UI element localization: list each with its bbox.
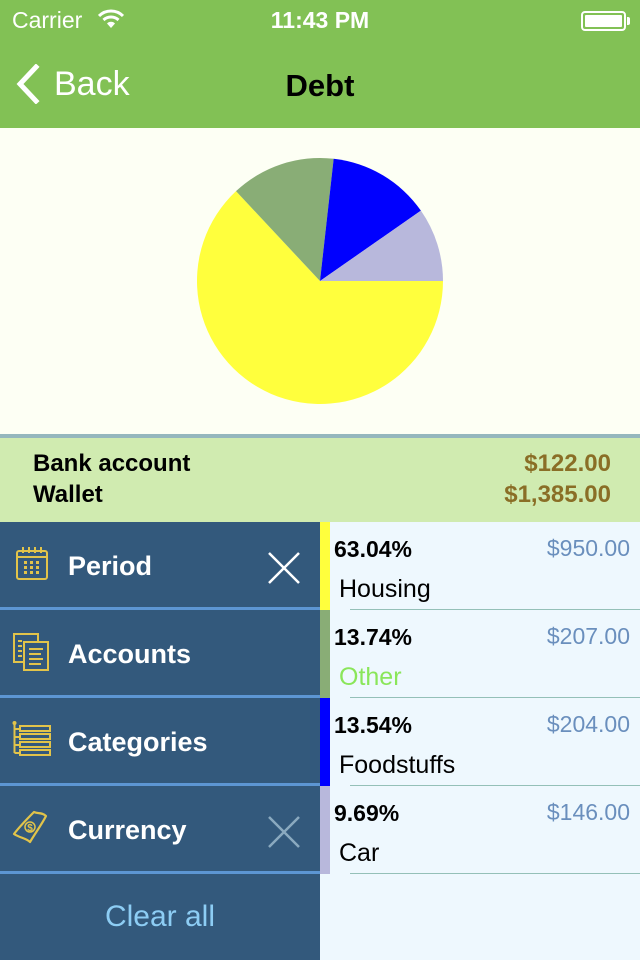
category-name: Other xyxy=(339,663,402,691)
category-percent: 9.69% xyxy=(334,800,400,826)
svg-text:$: $ xyxy=(27,823,33,834)
account-amount: $1,385.00 xyxy=(504,481,611,508)
category-amount: $146.00 xyxy=(546,799,630,825)
category-percent: 13.74% xyxy=(334,624,413,650)
color-swatch xyxy=(320,610,330,698)
close-icon[interactable] xyxy=(267,551,301,585)
status-bar: Carrier 11:43 PM xyxy=(0,0,640,40)
filter-currency[interactable]: $ Currency xyxy=(0,786,320,874)
pie-chart xyxy=(196,158,443,404)
filter-period[interactable]: Period xyxy=(0,522,320,610)
close-icon-disabled[interactable] xyxy=(267,815,301,849)
list-item[interactable]: 13.74% $207.00 Other xyxy=(320,610,640,698)
filter-label: Categories xyxy=(68,727,208,757)
account-name: Bank account xyxy=(33,450,191,477)
category-name: Foodstuffs xyxy=(339,751,456,779)
account-name: Wallet xyxy=(33,481,103,508)
filter-label: Accounts xyxy=(68,639,192,669)
filter-categories[interactable]: Categories xyxy=(0,698,320,786)
account-row: Wallet $1,385.00 xyxy=(33,481,611,511)
category-percent: 13.54% xyxy=(334,712,413,738)
battery-tip xyxy=(627,17,630,25)
category-name: Housing xyxy=(339,575,431,603)
color-swatch xyxy=(320,522,330,610)
divider xyxy=(350,873,640,874)
banknote-icon: $ xyxy=(12,810,48,844)
documents-icon xyxy=(13,633,49,671)
color-swatch xyxy=(320,786,330,874)
category-percent: 63.04% xyxy=(334,536,413,562)
category-tree-icon xyxy=(12,721,51,756)
account-row: Bank account $122.00 xyxy=(33,450,611,480)
category-amount: $950.00 xyxy=(546,535,630,561)
accounts-summary: Bank account $122.00 Wallet $1,385.00 xyxy=(0,434,640,522)
category-amount: $204.00 xyxy=(546,711,630,737)
category-amount: $207.00 xyxy=(546,623,630,649)
calendar-icon xyxy=(16,547,48,580)
top-bar: Carrier 11:43 PM Back Debt xyxy=(0,0,640,128)
filter-sidebar: Period Accounts Categories $ Currency Cl… xyxy=(0,522,320,960)
battery-full-icon xyxy=(581,11,626,31)
pie-chart-area xyxy=(0,128,640,434)
account-amount: $122.00 xyxy=(524,450,611,477)
filter-label: Currency xyxy=(68,815,187,845)
list-item[interactable]: 9.69% $146.00 Car xyxy=(320,786,640,874)
list-item[interactable]: 13.54% $204.00 Foodstuffs xyxy=(320,698,640,786)
page-title: Debt xyxy=(285,68,355,103)
filter-label: Period xyxy=(68,551,153,581)
category-name: Car xyxy=(339,839,380,867)
clear-all-button[interactable]: Clear all xyxy=(0,874,320,960)
filter-accounts[interactable]: Accounts xyxy=(0,610,320,698)
navigation-bar: Back Debt xyxy=(0,40,640,128)
color-swatch xyxy=(320,698,330,786)
category-list: 63.04% $950.00 Housing 13.74% $207.00 Ot… xyxy=(320,522,640,960)
list-item[interactable]: 63.04% $950.00 Housing xyxy=(320,522,640,610)
clock: 11:43 PM xyxy=(270,7,370,33)
